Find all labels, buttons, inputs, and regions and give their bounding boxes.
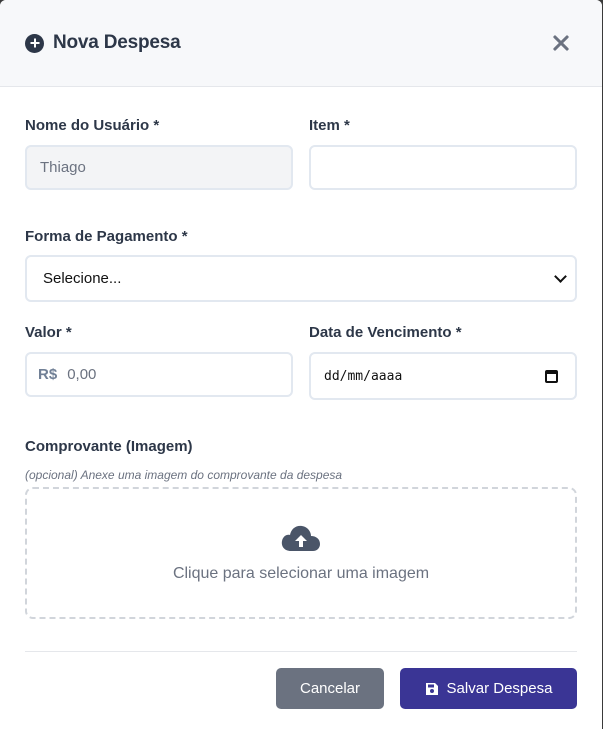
plus-circle-icon: [25, 33, 44, 53]
user-name-value: Thiago: [40, 159, 86, 176]
floppy-disk-icon: [425, 682, 438, 695]
cancel-button[interactable]: Cancelar: [276, 668, 384, 709]
modal-title-wrap: Nova Despesa: [25, 32, 549, 54]
cloud-upload-icon: [281, 525, 320, 551]
value-input[interactable]: R$ 0,00: [25, 352, 293, 397]
item-input[interactable]: [309, 145, 577, 190]
save-expense-button[interactable]: Salvar Despesa: [400, 668, 577, 709]
footer-divider: [25, 651, 577, 652]
cancel-button-label: Cancelar: [299, 680, 361, 697]
payment-method-selected: Selecione...: [43, 270, 122, 287]
chevron-down-icon: [554, 269, 567, 283]
modal-header: Nova Despesa: [0, 0, 602, 87]
receipt-hint: (opcional) Anexe uma imagem do comprovan…: [25, 468, 343, 482]
due-date-placeholder: dd/mm/aaaa: [324, 368, 403, 384]
value-placeholder: 0,00: [67, 366, 97, 383]
currency-prefix: R$: [38, 366, 58, 383]
receipt-dropzone[interactable]: Clique para selecionar uma imagem: [25, 487, 577, 619]
payment-method-select[interactable]: Selecione...: [25, 255, 577, 302]
modal-title: Nova Despesa: [53, 32, 181, 53]
value-label: Valor *: [25, 324, 72, 341]
new-expense-modal: Nova Despesa Nome do Usuário * Thiago It…: [0, 0, 602, 729]
save-button-label: Salvar Despesa: [446, 680, 553, 697]
user-name-label: Nome do Usuário *: [25, 117, 160, 134]
close-icon[interactable]: [549, 31, 573, 55]
due-date-input[interactable]: dd/mm/aaaa: [309, 352, 577, 400]
user-name-field: Thiago: [25, 145, 293, 190]
payment-method-label: Forma de Pagamento *: [25, 228, 188, 245]
upload-text: Clique para selecionar uma imagem: [172, 565, 430, 582]
receipt-label: Comprovante (Imagem): [25, 438, 193, 455]
item-label: Item *: [309, 117, 350, 134]
calendar-icon[interactable]: [545, 369, 558, 383]
due-date-label: Data de Vencimento *: [309, 324, 462, 341]
